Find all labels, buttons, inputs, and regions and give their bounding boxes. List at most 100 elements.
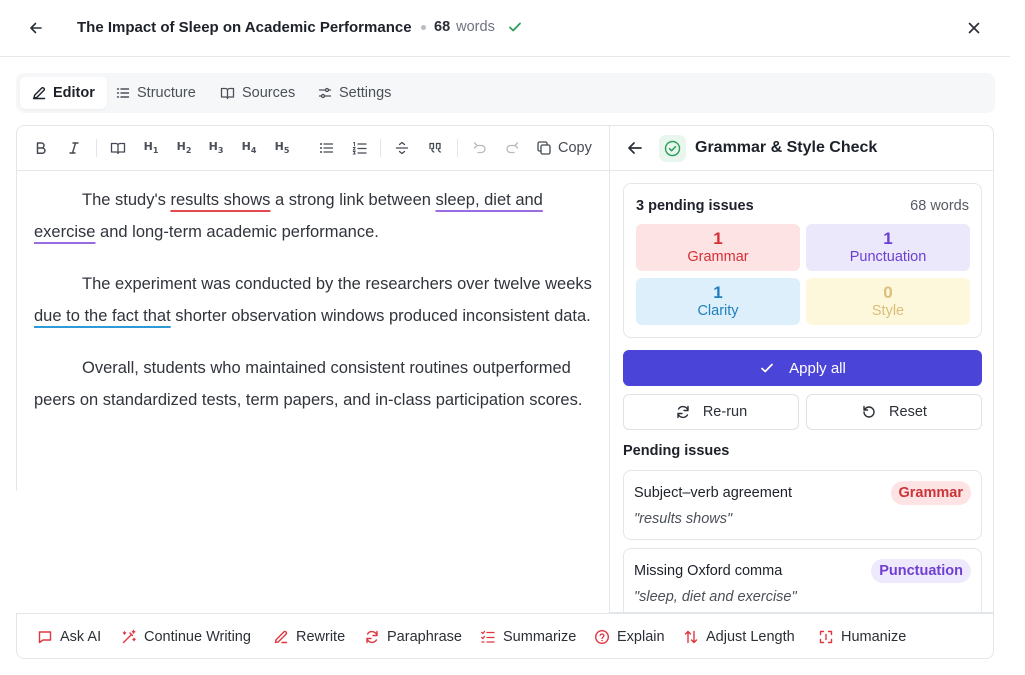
issue-card[interactable]: Missing Oxford comma Punctuation "sleep,… <box>623 548 982 612</box>
panel-back-button[interactable] <box>625 138 645 158</box>
word-count-number: 68 <box>434 19 451 35</box>
ask-ai-button[interactable]: Ask AI <box>37 626 101 648</box>
pending-heading: Pending issues <box>623 443 730 459</box>
action-label: Adjust Length <box>706 629 795 645</box>
italic-button[interactable] <box>64 136 84 160</box>
tab-structure[interactable]: Structure <box>104 77 208 109</box>
paragraph: The study's results shows a strong link … <box>34 184 594 248</box>
bold-button[interactable] <box>31 136 51 160</box>
copy-label: Copy <box>558 140 592 156</box>
panel-header: Grammar & Style Check <box>610 126 993 171</box>
paraphrase-button[interactable]: Paraphrase <box>364 626 462 648</box>
heading-1-button[interactable]: H1 <box>141 136 161 160</box>
tab-label: Structure <box>137 85 196 101</box>
summarize-button[interactable]: Summarize <box>480 626 576 648</box>
stat-style[interactable]: 0 Style <box>806 278 970 325</box>
rerun-button[interactable]: Re-run <box>623 394 799 430</box>
stat-punctuation[interactable]: 1 Punctuation <box>806 224 970 271</box>
pen-icon <box>274 630 288 644</box>
editor-toolbar: H1 H2 H3 H4 H5 Copy <box>16 125 610 171</box>
action-label: Paraphrase <box>387 629 462 645</box>
bullet-list-button[interactable] <box>316 136 336 160</box>
reset-icon <box>863 405 875 418</box>
blockquote-button[interactable] <box>107 136 129 160</box>
quote-button[interactable] <box>425 136 445 160</box>
rerun-label: Re-run <box>702 404 748 420</box>
action-label: Explain <box>617 629 665 645</box>
tab-label: Sources <box>242 85 296 101</box>
list-icon <box>116 88 130 98</box>
tab-editor[interactable]: Editor <box>20 77 107 109</box>
undo-icon <box>473 142 486 154</box>
clarity-highlight[interactable]: due to the fact that <box>34 307 171 325</box>
h4-icon: H4 <box>241 140 257 156</box>
list-check-icon <box>481 630 495 643</box>
check-icon <box>508 22 521 32</box>
editor-content[interactable]: The study's results shows a strong link … <box>16 171 610 491</box>
punctuation-highlight[interactable]: exercise <box>34 223 95 241</box>
document-title: The Impact of Sleep on Academic Performa… <box>77 19 412 36</box>
refresh-icon <box>366 630 378 644</box>
heading-4-button[interactable]: H4 <box>239 136 259 160</box>
redo-icon <box>505 142 518 154</box>
book-icon <box>220 87 235 100</box>
continue-writing-button[interactable]: Continue Writing <box>121 626 251 648</box>
punctuation-highlight[interactable]: sleep, diet and <box>436 191 543 209</box>
undo-button[interactable] <box>469 136 489 160</box>
refresh-icon <box>677 405 689 419</box>
check-icon <box>761 363 773 373</box>
humanize-button[interactable]: Humanize <box>818 626 906 648</box>
chat-icon <box>38 631 52 644</box>
heading-2-button[interactable]: H2 <box>174 136 194 160</box>
heading-5-button[interactable]: H5 <box>272 136 292 160</box>
sliders-icon <box>318 87 332 99</box>
tab-label: Settings <box>339 85 392 101</box>
numbered-list-button[interactable] <box>349 136 369 160</box>
action-label: Summarize <box>503 629 577 645</box>
h1-icon: H1 <box>143 140 159 156</box>
rewrite-button[interactable]: Rewrite <box>273 626 345 648</box>
paragraph: The experiment was conducted by the rese… <box>34 268 594 332</box>
word-count: 68 words <box>421 19 523 35</box>
word-count-label: words <box>456 19 495 35</box>
text-run: and long-term academic performance. <box>95 223 379 241</box>
redo-button[interactable] <box>502 136 522 160</box>
divider-icon <box>395 141 409 155</box>
scan-icon <box>819 630 833 644</box>
stat-grammar[interactable]: 1 Grammar <box>636 224 800 271</box>
heading-3-button[interactable]: H3 <box>206 136 226 160</box>
stat-label: Grammar <box>687 249 749 265</box>
grammar-highlight[interactable]: results shows <box>170 191 270 209</box>
reset-button[interactable]: Reset <box>806 394 982 430</box>
header: The Impact of Sleep on Academic Performa… <box>0 0 1010 57</box>
apply-all-button[interactable]: Apply all <box>623 350 982 386</box>
back-button[interactable] <box>24 16 48 40</box>
stat-clarity[interactable]: 1 Clarity <box>636 278 800 325</box>
panel-title: Grammar & Style Check <box>695 139 878 156</box>
h3-icon: H3 <box>208 140 224 156</box>
horizontal-rule-button[interactable] <box>392 136 412 160</box>
action-label: Humanize <box>841 629 907 645</box>
issue-type-badge: Punctuation <box>871 559 971 583</box>
adjust-length-button[interactable]: Adjust Length <box>683 626 795 648</box>
copy-button[interactable]: Copy <box>536 136 592 160</box>
action-label: Continue Writing <box>144 629 251 645</box>
arrow-left-icon <box>30 22 42 34</box>
issue-title: Missing Oxford comma <box>634 563 783 579</box>
explain-button[interactable]: Explain <box>594 626 665 648</box>
separator-dot <box>421 24 426 30</box>
bold-icon <box>36 142 46 154</box>
issue-title: Subject–verb agreement <box>634 485 792 501</box>
close-button[interactable] <box>962 16 986 40</box>
grammar-panel: Grammar & Style Check 3 pending issues 6… <box>609 125 994 613</box>
issue-card[interactable]: Subject–verb agreement Grammar "results … <box>623 470 982 540</box>
stat-count: 1 <box>713 229 723 248</box>
summary-word-count: 68 words <box>910 198 969 214</box>
tab-settings[interactable]: Settings <box>306 77 403 109</box>
stat-count: 0 <box>883 283 893 302</box>
italic-icon <box>69 142 79 154</box>
stat-label: Clarity <box>697 303 739 319</box>
issue-summary: 3 pending issues 68 words 1 Grammar 1 Pu… <box>623 183 982 338</box>
tab-sources[interactable]: Sources <box>208 77 307 109</box>
text-run: The study's <box>82 191 171 209</box>
